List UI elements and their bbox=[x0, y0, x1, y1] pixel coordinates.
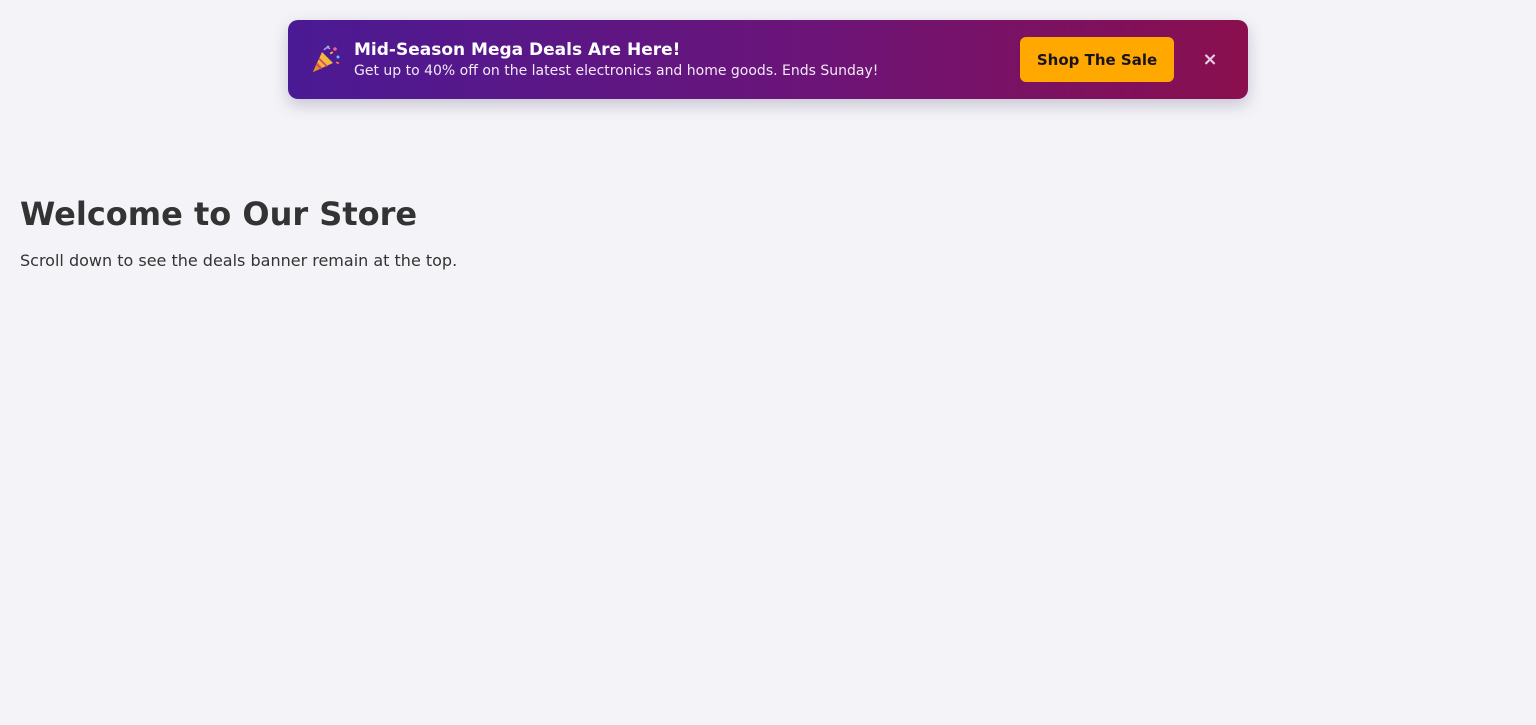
close-icon: × bbox=[1202, 48, 1218, 70]
page-title: Welcome to Our Store bbox=[20, 195, 418, 233]
close-banner-button[interactable]: × bbox=[1196, 46, 1224, 74]
page-description: Scroll down to see the deals banner rema… bbox=[20, 251, 458, 270]
promo-banner: Mid-Season Mega Deals Are Here! Get up t… bbox=[288, 20, 1248, 99]
party-popper-icon bbox=[310, 43, 342, 75]
banner-title: Mid-Season Mega Deals Are Here! bbox=[354, 39, 681, 60]
banner-text: Mid-Season Mega Deals Are Here! Get up t… bbox=[354, 39, 1004, 81]
banner-subtitle: Get up to 40% off on the latest electron… bbox=[354, 62, 879, 79]
main-content: Welcome to Our Store Scroll down to see … bbox=[20, 192, 457, 272]
shop-the-sale-button[interactable]: Shop The Sale bbox=[1020, 37, 1174, 82]
